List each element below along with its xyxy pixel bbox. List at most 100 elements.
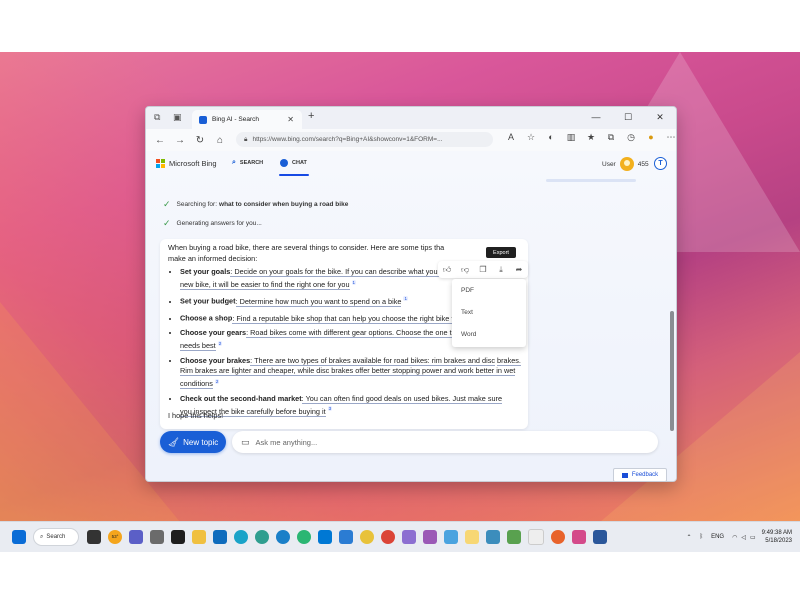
taskbar-search[interactable]: ⌕ Search [33, 528, 79, 546]
profile-icon[interactable]: ● [641, 132, 661, 145]
chrome-icon[interactable] [381, 530, 395, 544]
collections-icon[interactable]: ⧉ [601, 132, 621, 145]
system-tray: ⌃ ᛒ ENG ◠ ◁ ▭ 9:49:38 AM 5/18/2023 [686, 522, 800, 552]
bing-logo[interactable]: Microsoft Bing [156, 159, 217, 168]
searching-query: what to consider when buying a road bike [219, 201, 349, 208]
home-icon[interactable]: ⌂ [210, 135, 230, 146]
item-text: : Decide on your goals for the bike. If … [230, 267, 445, 277]
more-menu-icon[interactable]: ⋯ [661, 132, 676, 145]
export-option-text[interactable]: Text [452, 301, 526, 323]
settings-icon[interactable] [150, 530, 164, 544]
show-hidden-icons[interactable]: ⌃ [686, 534, 691, 541]
citation-link[interactable]: 1 [403, 296, 408, 302]
read-aloud-icon[interactable]: A [501, 132, 521, 145]
citation-link[interactable]: 3 [327, 406, 333, 412]
chat-bubble-icon [280, 159, 288, 167]
edge-canary-icon[interactable] [297, 530, 311, 544]
browser-tab[interactable]: Bing AI - Search ✕ [192, 110, 302, 129]
file-explorer-icon[interactable] [192, 530, 206, 544]
bluetooth-icon[interactable]: ᛒ [699, 534, 703, 540]
citation-link[interactable]: 2 [217, 340, 223, 346]
bing-chat-page: Microsoft Bing ⌕ SEARCH CHAT User 455 T … [146, 151, 676, 481]
feedback-button[interactable]: Feedback [613, 468, 667, 481]
item-heading: Choose a shop [180, 313, 233, 323]
answer-intro: When buying a road bike, there are sever… [168, 243, 458, 264]
share-icon[interactable]: ➦ [510, 265, 528, 274]
export-option-word[interactable]: Word [452, 323, 526, 345]
favorite-star-icon[interactable]: ☆ [521, 132, 541, 145]
photos-icon[interactable] [444, 530, 458, 544]
start-icon[interactable] [12, 530, 26, 544]
edge-beta-icon[interactable] [255, 530, 269, 544]
generating-text: Generating answers for you... [176, 220, 262, 227]
rewards-icon[interactable]: T [654, 157, 667, 170]
thumbs-up-icon[interactable]: 👍︎ [438, 265, 456, 275]
thumbs-down-icon[interactable]: 👎︎ [456, 265, 474, 275]
workspaces-icon[interactable]: ⧉ [154, 112, 160, 123]
favorites-icon[interactable]: ★ [581, 132, 601, 145]
taskbar: ⌕ Search 53° ⌃ ᛒ ENG ◠ ◁ ▭ 9:49:38 AM 5/… [0, 521, 800, 552]
chat-input[interactable]: ▭ Ask me anything... [232, 431, 658, 453]
compose-area: 🧹︎ New topic ▭ Ask me anything... [160, 431, 660, 457]
app-icon[interactable] [339, 530, 353, 544]
terminal-icon[interactable] [171, 530, 185, 544]
address-bar[interactable]: 🔒︎ https://www.bing.com/search?q=Bing+AI… [236, 132, 493, 147]
new-tab-button[interactable]: + [308, 110, 314, 122]
edge-dev-icon[interactable] [276, 530, 290, 544]
previous-message-edge [546, 179, 636, 182]
forward-icon[interactable]: → [170, 135, 190, 146]
close-window-icon[interactable]: ✕ [644, 107, 676, 127]
word-icon[interactable] [593, 530, 607, 544]
item-text: : There are two types of brakes availabl… [250, 355, 495, 366]
wifi-icon[interactable]: ◠ [732, 534, 737, 541]
app-icon[interactable] [507, 530, 521, 544]
clock[interactable]: 9:49:38 AM 5/18/2023 [762, 529, 792, 545]
outlook-icon[interactable] [213, 530, 227, 544]
onenote-icon[interactable] [402, 530, 416, 544]
bing-favicon-icon [199, 115, 207, 124]
citation-link[interactable]: 2 [214, 378, 220, 384]
weather-icon[interactable]: 53° [108, 530, 122, 544]
export-download-icon[interactable]: ⤓ [492, 265, 510, 275]
language-indicator[interactable]: ENG [711, 534, 724, 540]
app-icon[interactable] [572, 530, 586, 544]
tab-title: Bing AI - Search [212, 116, 259, 123]
extensions-icon[interactable]: ◐ [541, 132, 561, 145]
chat-input-placeholder: Ask me anything... [255, 437, 318, 447]
page-scrollbar[interactable] [670, 191, 674, 441]
task-view-icon[interactable] [87, 530, 101, 544]
split-screen-icon[interactable]: ▥ [561, 132, 581, 145]
avatar [619, 157, 634, 171]
close-tab-icon[interactable]: ✕ [287, 115, 294, 124]
minimize-icon[interactable]: — [580, 107, 612, 127]
tab-search[interactable]: ⌕ SEARCH [232, 159, 263, 167]
tab-chat[interactable]: CHAT [280, 159, 307, 167]
notepad-icon[interactable] [465, 530, 479, 544]
history-icon[interactable]: ◷ [621, 132, 641, 145]
battery-icon[interactable]: ▭ [750, 534, 756, 541]
edge-icon[interactable] [234, 530, 248, 544]
maximize-icon[interactable]: ☐ [612, 107, 644, 127]
check-icon: ✓ [163, 199, 171, 209]
store-icon[interactable] [318, 530, 332, 544]
copy-icon[interactable]: ❐ [474, 265, 492, 274]
citation-link[interactable]: 1 [351, 279, 357, 285]
chrome-canary-icon[interactable] [360, 530, 374, 544]
new-topic-button[interactable]: 🧹︎ New topic [160, 431, 226, 453]
broom-icon: 🧹︎ [167, 436, 180, 447]
app-icon[interactable] [528, 529, 544, 545]
user-profile[interactable]: User 455 [602, 157, 649, 171]
snipping-icon[interactable] [486, 530, 500, 544]
tab-actions-icon[interactable]: ▣ [173, 112, 182, 123]
export-option-pdf[interactable]: PDF [452, 279, 526, 301]
export-menu: PDF Text Word [452, 279, 526, 347]
refresh-icon[interactable]: ↻ [190, 135, 210, 146]
teams-icon[interactable] [129, 530, 143, 544]
pen-app-icon[interactable] [423, 530, 437, 544]
firefox-icon[interactable] [551, 530, 565, 544]
answer-intro-line2: make an informed decision: [168, 253, 258, 263]
scrollbar-thumb[interactable] [670, 311, 674, 431]
back-icon[interactable]: ← [150, 135, 170, 146]
volume-icon[interactable]: ◁ [741, 534, 746, 541]
search-icon: ⌕ [40, 533, 44, 540]
